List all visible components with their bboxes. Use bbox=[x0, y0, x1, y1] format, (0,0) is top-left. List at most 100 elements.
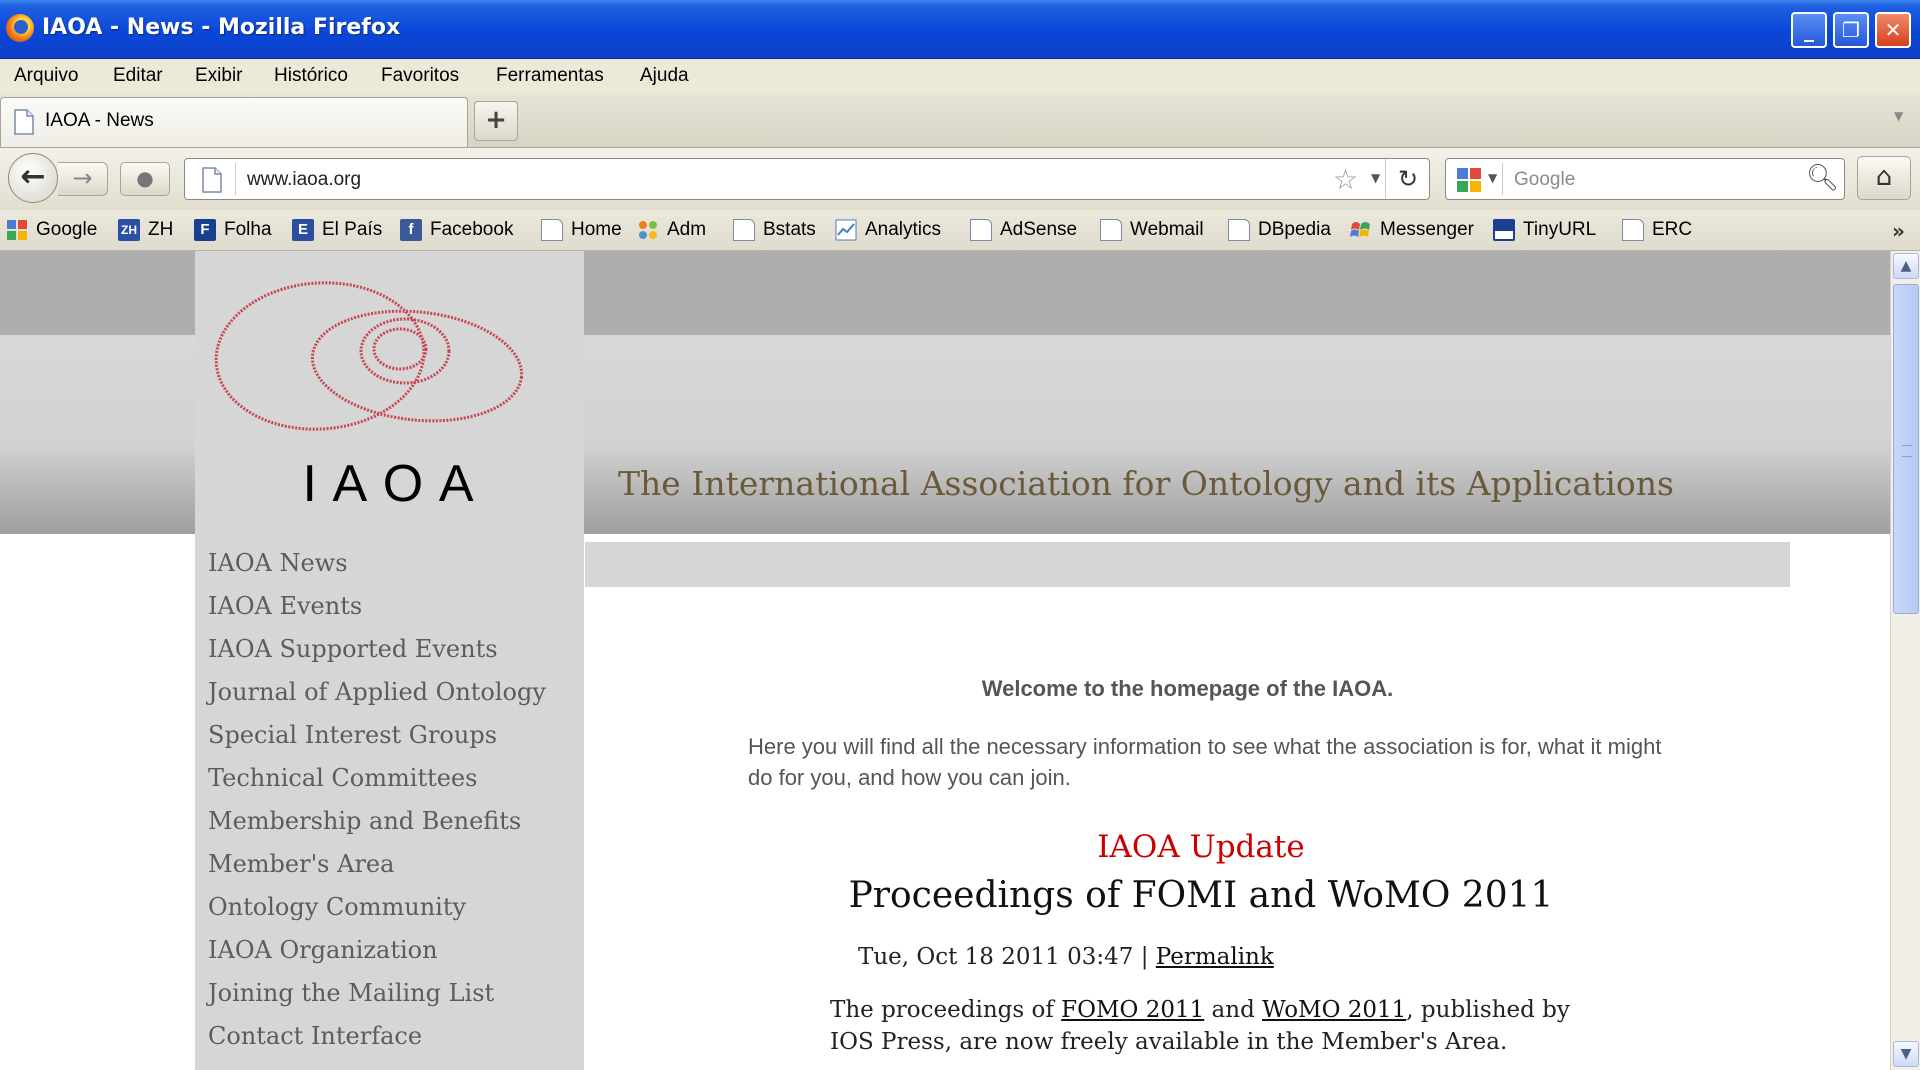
menu-ferramentas[interactable]: Ferramentas bbox=[496, 65, 604, 87]
bookmark-elpais[interactable]: E El País bbox=[292, 210, 382, 250]
vertical-scrollbar[interactable]: ▲ ▼ bbox=[1890, 251, 1920, 1070]
update-label: IAOA Update bbox=[1097, 829, 1305, 865]
identity-icon: ● bbox=[136, 166, 154, 190]
google-icon bbox=[1457, 168, 1481, 192]
iaoa-logo-graphic: I A O A bbox=[214, 281, 524, 513]
minimize-button[interactable]: _ bbox=[1791, 12, 1827, 48]
menu-exibir[interactable]: Exibir bbox=[195, 65, 243, 87]
menu-historico[interactable]: Histórico bbox=[274, 65, 348, 87]
zh-icon: ZH bbox=[118, 219, 140, 241]
bookmark-star-icon[interactable]: ☆ bbox=[1333, 163, 1358, 196]
page-viewport: I A O A The International Association fo… bbox=[0, 251, 1890, 1070]
sidebar-item-iaoa-news[interactable]: IAOA News bbox=[208, 549, 348, 577]
bookmark-dbpedia[interactable]: DBpedia bbox=[1228, 210, 1331, 250]
scroll-up-arrow-icon[interactable]: ▲ bbox=[1893, 253, 1919, 279]
more-bookmarks-chevron-icon[interactable]: » bbox=[1892, 219, 1905, 243]
scrollbar-thumb[interactable] bbox=[1893, 284, 1919, 614]
google-icon bbox=[7, 220, 27, 240]
bookmark-adsense[interactable]: AdSense bbox=[970, 210, 1077, 250]
search-divider bbox=[1502, 163, 1503, 195]
bookmark-label: Home bbox=[571, 219, 622, 240]
permalink-link[interactable]: Permalink bbox=[1156, 944, 1274, 970]
url-history-dropdown-icon[interactable]: ▼ bbox=[1371, 171, 1380, 185]
bookmark-zh[interactable]: ZH ZH bbox=[118, 210, 173, 250]
bookmark-facebook[interactable]: f Facebook bbox=[400, 210, 513, 250]
url-bar[interactable]: www.iaoa.org ☆ ▼ ↻ bbox=[184, 158, 1430, 200]
new-tab-button[interactable]: + bbox=[474, 101, 518, 141]
bookmark-label: Bstats bbox=[763, 219, 816, 240]
firefox-icon bbox=[6, 14, 34, 42]
bookmark-analytics[interactable]: Analytics bbox=[835, 210, 941, 250]
menu-editar[interactable]: Editar bbox=[113, 65, 163, 87]
bookmark-home[interactable]: Home bbox=[541, 210, 622, 250]
sidebar-item-contact[interactable]: Contact Interface bbox=[208, 1022, 422, 1050]
fomo-2011-link[interactable]: FOMO 2011 bbox=[1061, 997, 1204, 1023]
reload-button[interactable]: ↻ bbox=[1385, 159, 1430, 199]
navigation-toolbar: ← → ● www.iaoa.org ☆ ▼ ↻ ▼ Google 🔍︎ ⌂ bbox=[0, 148, 1920, 210]
sidebar-item-supported-events[interactable]: IAOA Supported Events bbox=[208, 635, 498, 663]
page-icon bbox=[1622, 219, 1644, 241]
window-titlebar: IAOA - News - Mozilla Firefox _ ❐ ✕ bbox=[0, 0, 1920, 59]
page-icon bbox=[14, 109, 34, 135]
page-icon bbox=[202, 167, 222, 193]
sidebar-item-membership[interactable]: Membership and Benefits bbox=[208, 807, 521, 835]
bookmark-label: Google bbox=[36, 219, 98, 240]
tab-label: IAOA - News bbox=[45, 110, 154, 131]
bookmark-adm[interactable]: Adm bbox=[637, 210, 706, 250]
close-button[interactable]: ✕ bbox=[1875, 12, 1911, 48]
sidebar-item-iaoa-events[interactable]: IAOA Events bbox=[208, 592, 362, 620]
joomla-icon bbox=[639, 221, 657, 239]
sidebar-item-mailing-list[interactable]: Joining the Mailing List bbox=[208, 979, 494, 1007]
search-input[interactable]: Google bbox=[1514, 169, 1575, 191]
bookmark-tinyurl[interactable]: TinyURL bbox=[1493, 210, 1596, 250]
page-icon bbox=[733, 219, 755, 241]
site-tagline: The International Association for Ontolo… bbox=[618, 464, 1674, 503]
womo-2011-link[interactable]: WoMO 2011 bbox=[1262, 997, 1406, 1023]
bookmark-label: ZH bbox=[148, 219, 174, 240]
search-icon[interactable]: 🔍︎ bbox=[1806, 163, 1839, 193]
news-dateline: Tue, Oct 18 2011 03:47 | Permalink bbox=[858, 944, 1274, 970]
tab-list-chevron-icon[interactable]: ▼ bbox=[1894, 109, 1903, 123]
back-button[interactable]: ← bbox=[8, 153, 58, 203]
maximize-button[interactable]: ❐ bbox=[1833, 12, 1869, 48]
menu-ajuda[interactable]: Ajuda bbox=[640, 65, 689, 87]
menu-bar: Arquivo Editar Exibir Histórico Favorito… bbox=[0, 59, 1920, 95]
search-engine-dropdown-icon[interactable]: ▼ bbox=[1488, 171, 1497, 185]
logo-letters: I A O A bbox=[303, 455, 476, 513]
sidebar-item-members-area[interactable]: Member's Area bbox=[208, 850, 394, 878]
page-icon bbox=[970, 219, 992, 241]
tab-iaoa-news[interactable]: IAOA - News bbox=[0, 97, 468, 147]
news-date: Tue, Oct 18 2011 03:47 | bbox=[858, 944, 1149, 970]
bookmark-folha[interactable]: F Folha bbox=[194, 210, 272, 250]
scroll-down-arrow-icon[interactable]: ▼ bbox=[1893, 1041, 1919, 1067]
menu-favoritos[interactable]: Favoritos bbox=[381, 65, 459, 87]
iaoa-logo[interactable]: I A O A bbox=[195, 251, 584, 541]
forward-button[interactable]: → bbox=[58, 162, 108, 196]
search-bar[interactable]: ▼ Google 🔍︎ bbox=[1445, 158, 1845, 200]
home-button[interactable]: ⌂ bbox=[1857, 156, 1911, 200]
bookmarks-toolbar: Google ZH ZH F Folha E El País f Faceboo… bbox=[0, 210, 1920, 251]
bookmark-google[interactable]: Google bbox=[6, 210, 97, 250]
bookmark-messenger[interactable]: Messenger bbox=[1350, 210, 1474, 250]
bookmark-label: Webmail bbox=[1130, 219, 1204, 240]
sidebar-nav: IAOA News IAOA Events IAOA Supported Eve… bbox=[195, 541, 584, 1070]
bookmark-erc[interactable]: ERC bbox=[1622, 210, 1692, 250]
bookmark-bstats[interactable]: Bstats bbox=[733, 210, 816, 250]
page-icon bbox=[541, 219, 563, 241]
sidebar-item-special-interest-groups[interactable]: Special Interest Groups bbox=[208, 721, 497, 749]
page-icon bbox=[1228, 219, 1250, 241]
tab-strip: IAOA - News + ▼ bbox=[0, 95, 1920, 148]
site-identity-button[interactable]: ● bbox=[120, 162, 170, 196]
sidebar-item-journal[interactable]: Journal of Applied Ontology bbox=[208, 678, 546, 706]
body-text-mid: and bbox=[1211, 997, 1255, 1023]
sidebar-item-ontology-community[interactable]: Ontology Community bbox=[208, 893, 466, 921]
sidebar-item-technical-committees[interactable]: Technical Committees bbox=[208, 764, 477, 792]
bookmark-webmail[interactable]: Webmail bbox=[1100, 210, 1204, 250]
back-icon: ← bbox=[20, 159, 46, 194]
folha-icon: F bbox=[194, 219, 216, 241]
window-title: IAOA - News - Mozilla Firefox bbox=[42, 15, 401, 40]
sidebar-item-organization[interactable]: IAOA Organization bbox=[208, 936, 438, 964]
url-input[interactable]: www.iaoa.org bbox=[247, 169, 361, 191]
menu-arquivo[interactable]: Arquivo bbox=[14, 65, 78, 87]
bookmark-label: Facebook bbox=[430, 219, 514, 240]
